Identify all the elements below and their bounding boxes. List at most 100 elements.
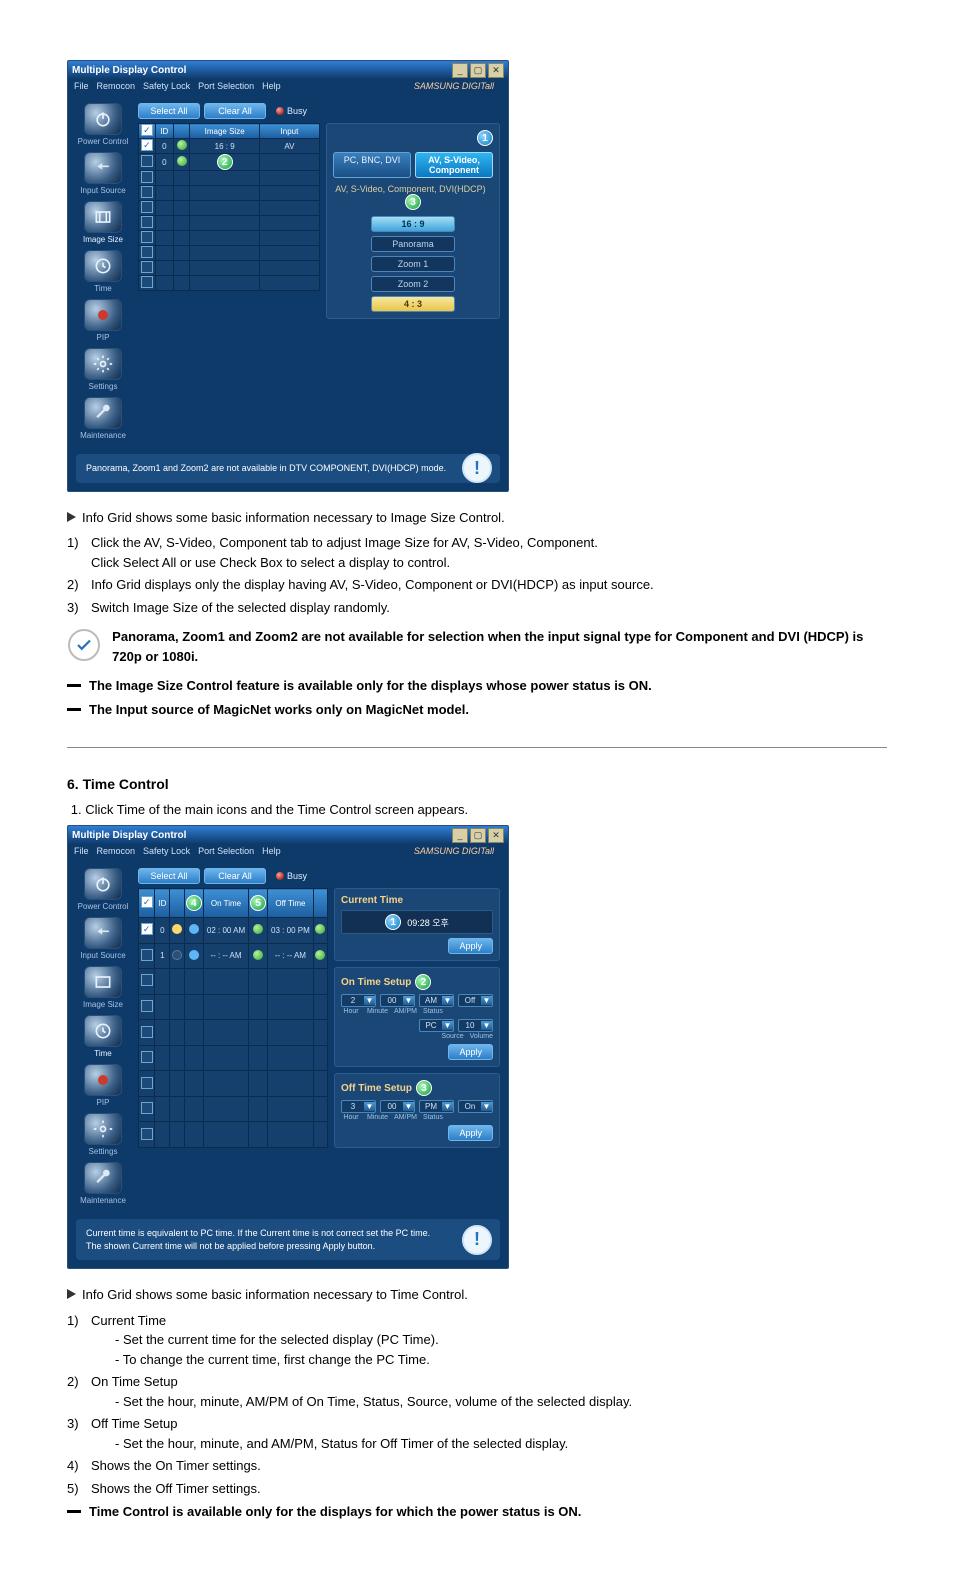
checkbox-icon[interactable] — [141, 1128, 153, 1140]
select-all-button[interactable]: Select All — [138, 868, 200, 884]
checkbox-icon[interactable] — [141, 949, 153, 961]
tab-pc-bnc-dvi[interactable]: PC, BNC, DVI — [333, 152, 411, 178]
checkbox-icon[interactable] — [141, 186, 153, 198]
menu-remocon[interactable]: Remocon — [97, 846, 136, 856]
grid-row[interactable] — [139, 261, 320, 276]
minute-select[interactable]: 00▼ — [380, 1100, 415, 1113]
checkbox-icon[interactable] — [141, 216, 153, 228]
minimize-button[interactable]: _ — [452, 63, 468, 78]
apply-button[interactable]: Apply — [448, 1044, 493, 1060]
grid-row[interactable] — [139, 201, 320, 216]
grid-row[interactable]: 0 02 : 00 AM 03 : 00 PM — [139, 918, 328, 944]
grid-row[interactable] — [139, 1045, 328, 1071]
option-4-3[interactable]: 4 : 3 — [371, 296, 455, 312]
menu-portselection[interactable]: Port Selection — [198, 81, 254, 91]
option-zoom2[interactable]: Zoom 2 — [371, 276, 455, 292]
checkbox-icon[interactable] — [141, 231, 153, 243]
menu-help[interactable]: Help — [262, 81, 281, 91]
close-button[interactable]: ✕ — [488, 63, 504, 78]
grid-row[interactable]: 1 -- : -- AM -- : -- AM — [139, 943, 328, 969]
menu-portselection[interactable]: Port Selection — [198, 846, 254, 856]
clear-all-button[interactable]: Clear All — [204, 103, 266, 119]
menu-safetylock[interactable]: Safety Lock — [143, 81, 190, 91]
select-all-button[interactable]: Select All — [138, 103, 200, 119]
source-select[interactable]: PC▼ — [419, 1019, 454, 1032]
grid-row[interactable] — [139, 1096, 328, 1122]
select-value: PM — [420, 1101, 442, 1112]
status-select[interactable]: Off▼ — [458, 994, 493, 1007]
tab-av-svideo-component[interactable]: AV, S-Video, Component — [415, 152, 493, 178]
checkbox-icon[interactable] — [141, 1026, 153, 1038]
plug-icon — [84, 152, 122, 184]
checkbox-icon[interactable] — [141, 201, 153, 213]
sidebar-item-imagesize[interactable]: Image Size — [77, 201, 129, 244]
status-select[interactable]: On▼ — [458, 1100, 493, 1113]
hour-select[interactable]: 3▼ — [341, 1100, 376, 1113]
maximize-button[interactable]: ▢ — [470, 828, 486, 843]
option-panorama[interactable]: Panorama — [371, 236, 455, 252]
grid-row[interactable] — [139, 171, 320, 186]
grid-row[interactable]: 0 16 : 9 AV — [139, 139, 320, 154]
checkbox-icon[interactable] — [141, 261, 153, 273]
option-zoom1[interactable]: Zoom 1 — [371, 256, 455, 272]
grid-row[interactable] — [139, 969, 328, 995]
sidebar-item-time[interactable]: Time — [77, 1015, 129, 1058]
maximize-button[interactable]: ▢ — [470, 63, 486, 78]
grid-row[interactable] — [139, 1071, 328, 1097]
checkbox-icon[interactable] — [141, 276, 153, 288]
ampm-select[interactable]: AM▼ — [419, 994, 454, 1007]
sidebar-item-pip[interactable]: PIP — [77, 1064, 129, 1107]
checkbox-icon[interactable] — [141, 974, 153, 986]
checkbox-icon[interactable] — [141, 923, 153, 935]
sidebar-item-settings[interactable]: Settings — [77, 1113, 129, 1156]
checkbox-icon[interactable] — [141, 124, 153, 136]
grid-row[interactable] — [139, 186, 320, 201]
grid-row[interactable] — [139, 994, 328, 1020]
sidebar-item-input[interactable]: Input Source — [77, 917, 129, 960]
minute-select[interactable]: 00▼ — [380, 994, 415, 1007]
grid-row[interactable] — [139, 276, 320, 291]
hour-select[interactable]: 2▼ — [341, 994, 376, 1007]
toolbar: Select All Clear All Busy — [138, 103, 500, 119]
grid-row[interactable] — [139, 1122, 328, 1148]
list-number: 2) — [67, 575, 85, 595]
checkbox-icon[interactable] — [141, 1051, 153, 1063]
sidebar: Power Control Input Source Image Size Ti… — [76, 103, 130, 440]
sidebar-item-imagesize[interactable]: Image Size — [77, 966, 129, 1009]
checkbox-icon[interactable] — [141, 1000, 153, 1012]
close-button[interactable]: ✕ — [488, 828, 504, 843]
menu-help[interactable]: Help — [262, 846, 281, 856]
sidebar-item-maintenance[interactable]: Maintenance — [77, 1162, 129, 1205]
grid-row[interactable]: 0 2 — [139, 154, 320, 171]
volume-select[interactable]: 10▼ — [458, 1019, 493, 1032]
sidebar-item-input[interactable]: Input Source — [77, 152, 129, 195]
menu-file[interactable]: File — [74, 81, 89, 91]
menu-safetylock[interactable]: Safety Lock — [143, 846, 190, 856]
checkbox-icon[interactable] — [141, 246, 153, 258]
checkbox-icon[interactable] — [141, 896, 153, 908]
minimize-button[interactable]: _ — [452, 828, 468, 843]
checkbox-icon[interactable] — [141, 155, 153, 167]
checkbox-icon[interactable] — [141, 1077, 153, 1089]
checkbox-icon[interactable] — [141, 139, 153, 151]
grid-row[interactable] — [139, 1020, 328, 1046]
ampm-select[interactable]: PM▼ — [419, 1100, 454, 1113]
option-16-9[interactable]: 16 : 9 — [371, 216, 455, 232]
grid-row[interactable] — [139, 246, 320, 261]
sidebar-item-time[interactable]: Time — [77, 250, 129, 293]
clear-all-button[interactable]: Clear All — [204, 868, 266, 884]
apply-button[interactable]: Apply — [448, 1125, 493, 1141]
sidebar-item-power[interactable]: Power Control — [77, 103, 129, 146]
sidebar-item-settings[interactable]: Settings — [77, 348, 129, 391]
menu-remocon[interactable]: Remocon — [97, 81, 136, 91]
checkbox-icon[interactable] — [141, 1102, 153, 1114]
grid-row[interactable] — [139, 231, 320, 246]
sidebar-item-power[interactable]: Power Control — [77, 868, 129, 911]
select-value: 10 — [459, 1020, 481, 1031]
grid-row[interactable] — [139, 216, 320, 231]
sidebar-item-maintenance[interactable]: Maintenance — [77, 397, 129, 440]
sidebar-item-pip[interactable]: PIP — [77, 299, 129, 342]
apply-button[interactable]: Apply — [448, 938, 493, 954]
menu-file[interactable]: File — [74, 846, 89, 856]
checkbox-icon[interactable] — [141, 171, 153, 183]
